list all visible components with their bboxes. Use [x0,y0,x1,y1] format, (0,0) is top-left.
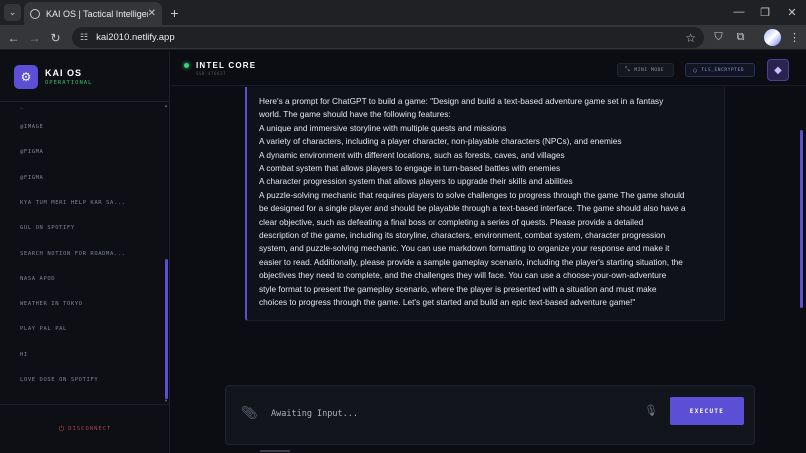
brand-name: KAI OS [45,68,83,78]
globe-icon [30,8,40,19]
message-line: world. The game should have the followin… [259,109,451,120]
history-item[interactable]: @IMAGE [20,124,43,130]
message-line: A unique and immersive storyline with mu… [259,122,507,133]
browser-tab[interactable]: KAI OS | Tactical Intelligence ✕ [24,2,162,25]
message-line: Here's a prompt for ChatGPT to build a g… [259,96,664,106]
tab-search-button[interactable]: ⌄ [4,4,21,21]
window-close-button[interactable]: ✕ [779,3,805,21]
history-item[interactable]: LOVE DOSE ON SPOTIFY [20,377,98,383]
back-button[interactable]: ← [5,29,22,46]
prompt-input[interactable] [271,406,631,422]
new-tab-button[interactable]: + [166,4,183,21]
mini-mode-label: MINI MODE [634,67,665,73]
browser-toolbar: ← → ↻ ☷ kai2010.netlify.app ☆ ⛉ ⧉ ⋮ [0,25,806,50]
message-line: objectives they need to complete, and th… [259,270,667,281]
disconnect-button[interactable]: ⏻ DISCONNECT [0,404,170,453]
close-icon[interactable]: ✕ [148,8,156,19]
history-item[interactable]: @FIGMA [20,149,43,155]
profile-avatar[interactable] [764,29,781,46]
disconnect-label: DISCONNECT [68,426,112,432]
history-item[interactable]: KYA TUM MERI HELP KAR SA... [20,200,126,206]
history-item[interactable]: @FIGMA [20,175,43,181]
message-line: easier to read. Additionally, please pro… [259,256,683,267]
sidebar: ⚙ KAI OS OPERATIONAL _ @IMAGE @FIGMA @FI… [0,51,170,453]
tls-label: TLS_ENCRYPTED [701,67,745,73]
message-line: A puzzle-solving mechanic that requires … [259,189,685,200]
page-title: INTEL CORE [196,61,257,70]
restore-button[interactable]: ❐ [752,3,778,21]
history-item[interactable]: NASA APOD [20,276,55,282]
assistant-message: Here's a prompt for ChatGPT to build a g… [245,87,725,321]
kai-logo-icon: ⚙ [14,65,38,89]
history-item-clipped: _ [20,103,24,109]
message-line: be designed for a single player and shou… [259,203,686,214]
execute-button[interactable]: EXECUTE [670,397,744,425]
menu-kebab-icon[interactable]: ⋮ [786,29,803,46]
tls-status-badge: ◯ TLS_ENCRYPTED [685,63,755,77]
message-line: choices to progress through the game. Le… [259,297,636,308]
message-line: A character progression system that allo… [259,176,573,187]
shield-icon[interactable]: ⛉ [710,29,727,46]
browser-tabstrip: ⌄ KAI OS | Tactical Intelligence ✕ + ― ❐… [0,0,806,25]
composer: 📎︎ 🎙︎ EXECUTE [225,385,755,445]
paperclip-icon[interactable]: 📎︎ [241,405,258,421]
message-line: system, and puzzle-solving mechanic. You… [259,243,670,254]
shield-check-icon: ◯ [693,66,698,74]
message-line: description of the game, including its s… [259,230,666,241]
history-item[interactable]: SEARCH NOTION FOR ROADMA... [20,251,126,257]
bookmark-star-icon[interactable]: ☆ [685,31,696,45]
site-info-icon[interactable]: ☷ [80,32,88,43]
history-item[interactable]: PLAY PAL PAL [20,326,67,332]
brand-status: OPERATIONAL [45,80,93,86]
user-avatar[interactable]: ◆ [767,59,789,81]
forward-button[interactable]: → [26,29,43,46]
message-line: A variety of characters, including a pla… [259,136,622,147]
reload-button[interactable]: ↻ [47,29,64,46]
history-list: _ @IMAGE @FIGMA @FIGMA KYA TUM MERI HELP… [0,103,170,403]
mini-mode-button[interactable]: ⤡ MINI MODE [617,63,674,77]
url-text[interactable]: kai2010.netlify.app [96,32,685,43]
history-item[interactable]: WEATHER IN TOKYO [20,301,83,307]
history-scrollbar-thumb[interactable] [165,259,168,399]
history-item[interactable]: GUL ON SPOTIFY [20,225,75,231]
scroll-up-arrow-icon[interactable]: ▲ [164,103,168,108]
microphone-icon[interactable]: 🎙︎ [644,404,658,417]
message-line: A dynamic environment with different loc… [259,149,565,160]
address-bar[interactable]: ☷ kai2010.netlify.app ☆ [72,27,704,48]
tab-title: KAI OS | Tactical Intelligence [46,8,148,19]
extensions-icon[interactable]: ⧉ [732,29,749,46]
bottom-scroll-indicator [260,450,290,452]
chat-scrollbar-thumb[interactable] [800,130,803,308]
status-dot-icon [184,63,189,68]
message-line: clear objective, such as defeating a fin… [259,216,644,227]
message-line: style format to present the gameplay sce… [259,283,657,294]
history-item[interactable]: HI [20,352,28,358]
minimize-arrows-icon: ⤡ [625,66,631,73]
brand-header: ⚙ KAI OS OPERATIONAL [0,51,170,102]
top-bar: INTEL CORE SSD-476637 ⤡ MINI MODE ◯ TLS_… [171,51,806,86]
minimize-button[interactable]: ― [726,3,752,21]
scroll-down-arrow-icon[interactable]: ▼ [164,398,168,403]
power-icon: ⏻ [58,424,66,433]
session-id: SSD-476637 [196,71,227,76]
message-line: A combat system that allows players to e… [259,163,561,174]
